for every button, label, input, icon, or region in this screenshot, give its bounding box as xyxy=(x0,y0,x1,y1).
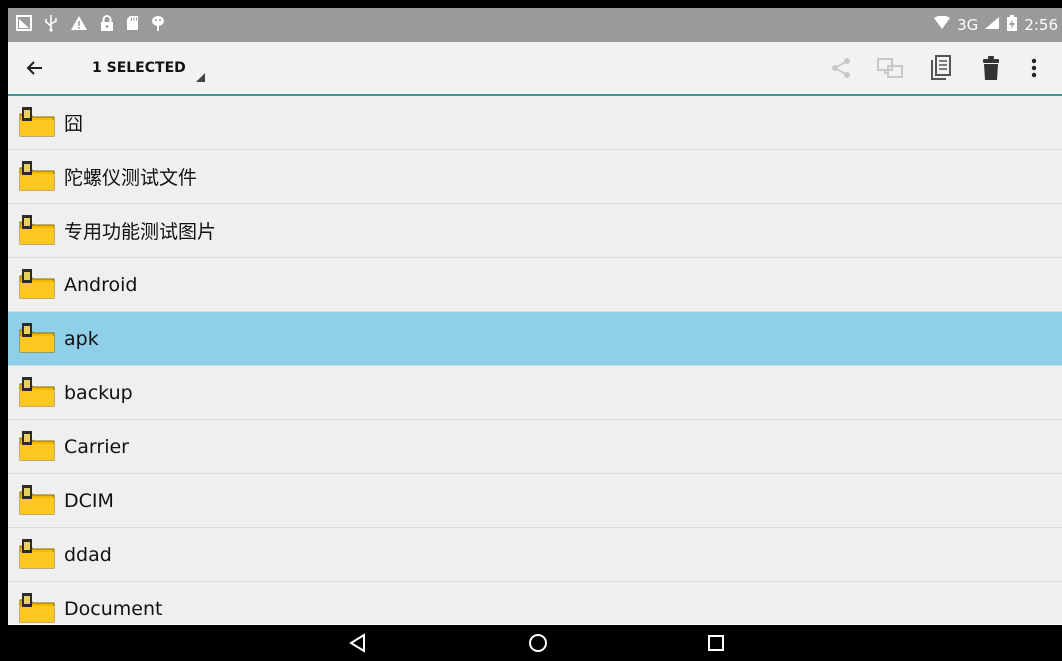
file-name: 囧 xyxy=(64,113,84,135)
delete-icon xyxy=(983,56,999,80)
status-bar: 3G 2:56 xyxy=(8,8,1062,42)
clock: 2:56 xyxy=(1024,16,1058,34)
file-name: backup xyxy=(64,381,133,404)
folder-icon xyxy=(18,159,56,193)
lock-icon xyxy=(100,14,114,36)
left-border xyxy=(0,0,8,661)
status-notification-icons xyxy=(16,8,165,42)
file-name: Carrier xyxy=(64,435,129,458)
more-options-button[interactable] xyxy=(1016,42,1052,94)
move-button[interactable] xyxy=(866,42,916,94)
folder-icon xyxy=(18,267,56,301)
sd-card-icon xyxy=(126,15,139,35)
file-name: 专用功能测试图片 xyxy=(64,221,217,243)
file-name: Document xyxy=(64,597,163,620)
selection-count-label: 1 SELECTED xyxy=(92,60,186,76)
list-item[interactable]: 陀螺仪测试文件 xyxy=(8,150,1062,204)
nav-home-button[interactable] xyxy=(508,625,568,661)
nav-recents-button[interactable] xyxy=(686,625,746,661)
folder-icon xyxy=(18,375,56,409)
copy-button[interactable] xyxy=(916,42,966,94)
wifi-icon xyxy=(933,15,951,34)
list-item[interactable]: Document xyxy=(8,582,1062,624)
list-item[interactable]: backup xyxy=(8,366,1062,420)
folder-icon xyxy=(18,105,56,139)
nav-back-icon xyxy=(349,633,365,653)
warning-icon xyxy=(70,15,88,35)
delete-button[interactable] xyxy=(966,42,1016,94)
list-item[interactable]: DCIM xyxy=(8,474,1062,528)
copy-icon xyxy=(931,55,951,80)
more-vert-icon xyxy=(1031,58,1037,78)
screen: 3G 2:56 1 SELECTED 囧 陀螺仪测试文件 专用功能测试图片 An… xyxy=(0,0,1062,661)
move-icon xyxy=(877,58,903,78)
action-bar: 1 SELECTED xyxy=(8,42,1062,96)
nav-home-icon xyxy=(529,634,547,652)
nav-back-button[interactable] xyxy=(328,625,388,661)
selection-count-dropdown[interactable]: 1 SELECTED xyxy=(92,42,186,94)
top-border xyxy=(0,0,1062,8)
file-name: DCIM xyxy=(64,489,114,512)
list-item[interactable]: 专用功能测试图片 xyxy=(8,204,1062,258)
list-item[interactable]: ddad xyxy=(8,528,1062,582)
battery-icon xyxy=(1006,14,1018,36)
network-type: 3G xyxy=(957,16,979,34)
list-item[interactable]: Android xyxy=(8,258,1062,312)
usb-icon xyxy=(44,14,58,36)
folder-icon xyxy=(18,537,56,571)
folder-icon xyxy=(18,591,56,624)
file-name: Android xyxy=(64,273,138,296)
share-button[interactable] xyxy=(816,42,866,94)
back-button[interactable] xyxy=(22,55,48,81)
dropdown-triangle-icon xyxy=(196,73,205,82)
list-item[interactable]: Carrier xyxy=(8,420,1062,474)
file-name: ddad xyxy=(64,543,112,566)
status-system-icons: 3G 2:56 xyxy=(933,8,1058,42)
android-debug-icon xyxy=(151,14,165,36)
back-arrow-icon xyxy=(26,61,42,75)
folder-icon xyxy=(18,429,56,463)
signal-icon xyxy=(984,16,1000,34)
action-toolbar xyxy=(816,42,1052,94)
file-name: 陀螺仪测试文件 xyxy=(64,167,198,189)
share-icon xyxy=(832,58,850,78)
folder-icon xyxy=(18,213,56,247)
folder-icon xyxy=(18,483,56,517)
nav-recents-icon xyxy=(708,635,724,651)
list-item[interactable]: apk xyxy=(8,312,1062,366)
file-name: apk xyxy=(64,327,99,350)
navigation-bar xyxy=(8,625,1062,661)
list-item[interactable]: 囧 xyxy=(8,96,1062,150)
screenshot-icon xyxy=(16,15,32,35)
file-list: 囧陀螺仪测试文件 专用功能测试图片 Android apk backup Carrier D… xyxy=(8,96,1062,624)
folder-icon xyxy=(18,321,56,355)
